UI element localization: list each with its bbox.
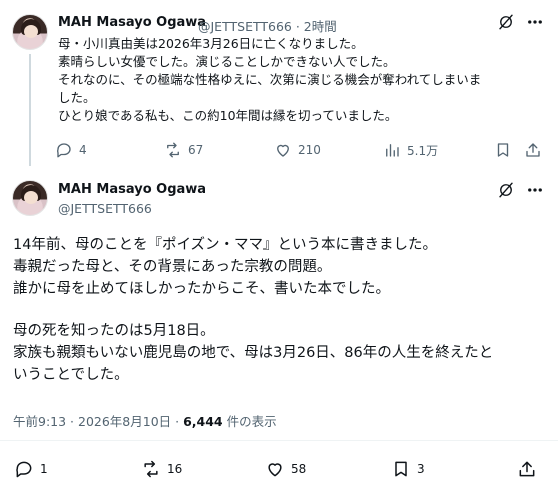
views-label: 件の表示 xyxy=(222,414,277,429)
share-button[interactable] xyxy=(524,141,542,159)
post-text-line: 14年前、母のことを『ポイズン・ママ』という本に書きました。 xyxy=(13,237,438,253)
reply-icon xyxy=(16,461,32,478)
repost-count: 16 xyxy=(167,462,183,476)
post-text-blank-line xyxy=(13,300,547,320)
post-text-line: した。 xyxy=(58,90,96,105)
bookmark-button[interactable] xyxy=(494,141,512,159)
post-text-line: 素晴らしい女優でした。演じることしかできない人でした。 xyxy=(58,54,396,69)
like-button[interactable]: 58 xyxy=(265,459,306,479)
bookmark-icon xyxy=(497,143,509,157)
reply-button[interactable]: 1 xyxy=(14,459,48,479)
post-text-line: いうことでした。 xyxy=(13,367,129,383)
author-name[interactable]: MAH Masayo Ogawa xyxy=(58,182,206,197)
grok-icon[interactable] xyxy=(497,181,515,203)
post-text-line: 母の死を知ったのは5月18日。 xyxy=(13,323,215,339)
divider xyxy=(0,440,558,441)
post-text-line: 母・小川真由美は2026年3月26日に亡くなりました。 xyxy=(58,36,364,51)
views-button[interactable]: 5.1万 xyxy=(383,141,438,159)
share-icon xyxy=(519,461,535,477)
repost-button[interactable]: 67 xyxy=(164,141,203,159)
post-text-line: それなのに、その極端な性格ゆえに、次第に演じる機会が奪われてしまいま xyxy=(58,72,482,87)
author-name[interactable]: MAH Masayo Ogawa xyxy=(58,15,206,30)
reply-count: 1 xyxy=(40,462,48,476)
more-icon[interactable] xyxy=(526,181,544,203)
reply-icon xyxy=(56,143,71,158)
share-button[interactable] xyxy=(517,459,537,479)
repost-icon xyxy=(144,460,158,478)
post-text: 母・小川真由美は2026年3月26日に亡くなりました。 素晴らしい女優でした。演… xyxy=(58,35,544,125)
like-count: 210 xyxy=(298,143,321,157)
post-text-line: 家族も親類もいない鹿児島の地で、母は3月26日、86年の人生を終えたと xyxy=(13,345,494,361)
like-count: 58 xyxy=(291,462,307,476)
views-icon xyxy=(386,144,399,157)
views-total: 6,444 xyxy=(183,414,223,429)
post-text-line: 誰かに母を止めてほしかったからこそ、書いた本でした。 xyxy=(13,281,390,297)
reply-count: 4 xyxy=(79,143,87,157)
post-text: 14年前、母のことを『ポイズン・ママ』という本に書きました。 毒親だった母と、そ… xyxy=(13,234,547,386)
more-icon[interactable] xyxy=(526,13,544,35)
bookmark-icon xyxy=(395,461,407,477)
author-handle[interactable]: @JETTSETT666 xyxy=(58,201,152,216)
post-timestamp[interactable]: 午前9:13 · 2026年8月10日 · xyxy=(13,414,183,429)
reply-button[interactable]: 4 xyxy=(55,141,87,159)
avatar[interactable] xyxy=(12,14,48,50)
post-text-line: 毒親だった母と、その背景にあった宗教の問題。 xyxy=(13,259,332,275)
avatar[interactable] xyxy=(12,180,48,216)
views-count: 5.1万 xyxy=(407,143,439,158)
like-button[interactable]: 210 xyxy=(274,141,321,159)
grok-icon[interactable] xyxy=(497,13,515,35)
thread-connector-line xyxy=(29,54,31,166)
like-icon xyxy=(277,144,289,157)
post-meta: 午前9:13 · 2026年8月10日 · 6,444 件の表示 xyxy=(13,411,277,430)
repost-count: 67 xyxy=(188,143,204,157)
bookmark-button[interactable]: 3 xyxy=(391,459,425,479)
repost-button[interactable]: 16 xyxy=(141,459,182,479)
author-handle-time[interactable]: @JETTSETT666 · 2時間 xyxy=(198,16,337,35)
bookmark-count: 3 xyxy=(417,462,425,476)
repost-icon xyxy=(167,142,179,158)
like-icon xyxy=(268,463,282,477)
post-text-line: ひとり娘である私も、この約10年間は縁を切っていました。 xyxy=(58,108,398,123)
share-icon xyxy=(526,143,540,157)
